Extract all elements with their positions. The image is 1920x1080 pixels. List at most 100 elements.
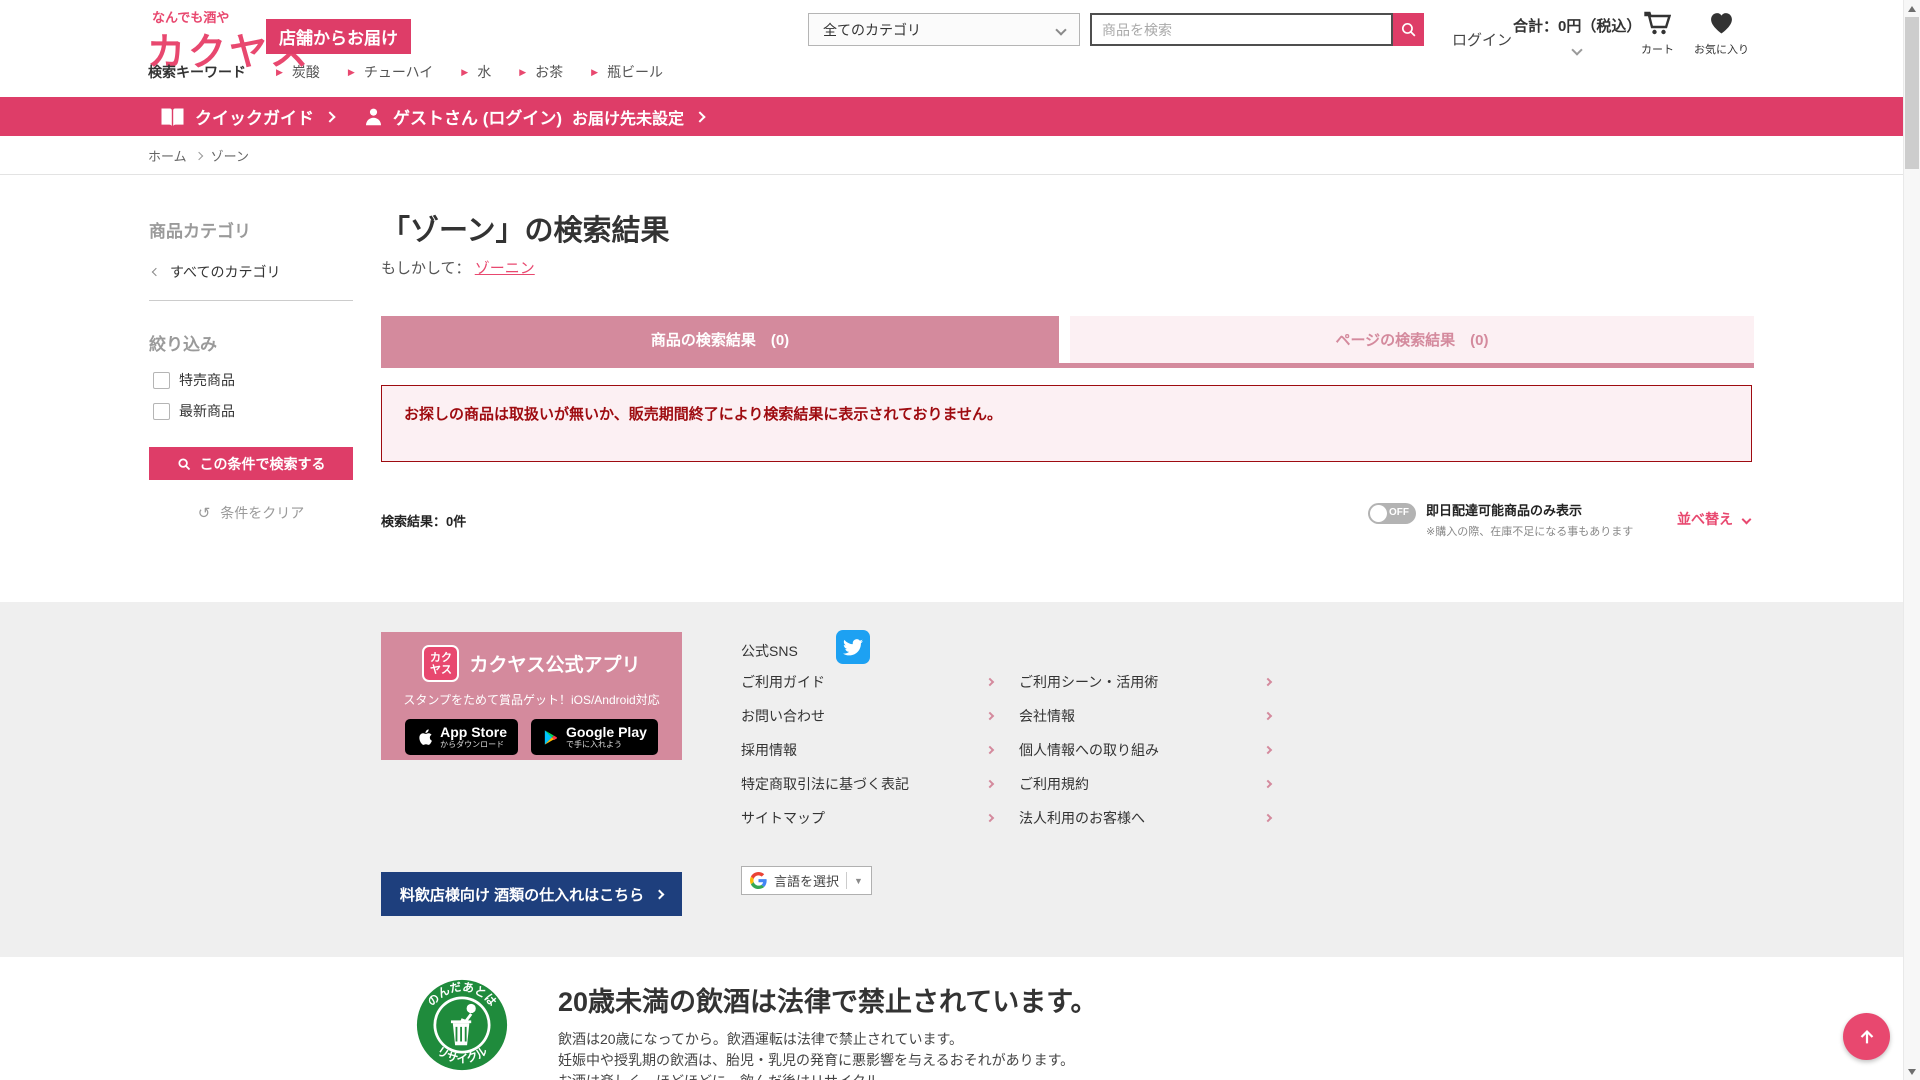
app-store-badge[interactable]: App Store からダウンロード: [405, 719, 518, 755]
tab-product-results[interactable]: 商品の検索結果 (0): [381, 316, 1059, 363]
triangle-icon: ▶: [461, 67, 468, 78]
favorites-button[interactable]: お気に入り: [1694, 11, 1749, 57]
keyword-link-tansan[interactable]: ▶炭酸: [276, 62, 320, 82]
search-input[interactable]: [1090, 13, 1393, 46]
search-icon: [177, 457, 191, 471]
all-categories-link[interactable]: すべてのカテゴリ: [153, 262, 280, 282]
age-warning-heading: 20歳未満の飲酒は法律で禁止されています。: [558, 980, 1098, 1019]
checkbox-icon: [153, 372, 170, 389]
page-title: 「ゾーン」の検索結果: [381, 207, 670, 249]
chevron-right-icon: [1264, 746, 1272, 754]
footer-link-scenes[interactable]: ご利用シーン・活用術: [1019, 672, 1271, 692]
footer-link-guide[interactable]: ご利用ガイド: [741, 672, 993, 692]
footer-link-privacy[interactable]: 個人情報への取り組み: [1019, 740, 1271, 760]
chevron-right-icon: [655, 889, 665, 899]
google-icon: [750, 872, 767, 889]
chevron-right-icon: [986, 780, 994, 788]
apple-icon: [416, 727, 433, 747]
scrollbar-thumb[interactable]: [1905, 17, 1919, 169]
chevron-right-icon: [694, 111, 705, 122]
guest-login-link[interactable]: ゲストさん (ログイン): [364, 97, 562, 136]
age-warning-text: 飲酒は20歳になってから。飲酒運転は法律で禁止されています。 妊娠中や授乳期の飲…: [558, 1029, 1074, 1080]
chevron-down-icon: [1572, 44, 1583, 55]
cart-icon: [1644, 11, 1671, 35]
toggle-note: ※購入の際、在庫不足になる事もあります: [1426, 523, 1633, 539]
heart-icon: [1709, 11, 1734, 35]
checkbox-icon: [153, 403, 170, 420]
site-header: なんでも酒や カクヤス 店舗からお届け 検索キーワード ▶炭酸 ▶チューハイ ▶…: [0, 0, 1920, 97]
scrollbar-down-arrow[interactable]: [1904, 1063, 1920, 1080]
breadcrumb-current: ゾーン: [211, 146, 249, 165]
scrollbar[interactable]: [1903, 0, 1920, 1080]
toggle-knob: [1370, 505, 1387, 522]
cart-total[interactable]: 合計：0円（税込）: [1513, 15, 1641, 58]
apply-filters-button[interactable]: この条件で検索する: [149, 447, 353, 480]
breadcrumb: ホーム ゾーン: [0, 136, 1920, 175]
footer-link-corporate[interactable]: 法人利用のお客様へ: [1019, 808, 1271, 828]
google-play-badge[interactable]: Google Play で手に入れよう: [531, 719, 658, 755]
suggestion-link[interactable]: ゾーニン: [475, 260, 535, 277]
keyword-link-mizu[interactable]: ▶水: [461, 62, 491, 82]
b2b-wholesale-button[interactable]: 料飲店様向け 酒類の仕入れはこちら: [381, 872, 682, 916]
search-icon: [1400, 21, 1417, 38]
toggle-switch[interactable]: OFF: [1368, 503, 1416, 524]
caret-down-icon: ▼: [854, 876, 863, 886]
login-link[interactable]: ログイン: [1452, 29, 1512, 50]
result-count: 検索結果：0件: [381, 511, 466, 530]
triangle-icon: ▶: [519, 67, 526, 78]
triangle-icon: ▶: [591, 67, 598, 78]
keyword-link-binbeer[interactable]: ▶瓶ビール: [591, 62, 663, 82]
keyword-link-ocha[interactable]: ▶お茶: [519, 62, 563, 82]
chevron-left-icon: [152, 268, 160, 276]
scrollbar-up-arrow[interactable]: [1904, 0, 1920, 17]
twitter-icon: [843, 639, 863, 656]
footer-link-contact[interactable]: お問い合わせ: [741, 706, 993, 726]
page: なんでも酒や カクヤス 店舗からお届け 検索キーワード ▶炭酸 ▶チューハイ ▶…: [0, 0, 1920, 1080]
app-title: カクヤス公式アプリ: [469, 650, 640, 677]
footer-link-terms[interactable]: ご利用規約: [1019, 774, 1271, 794]
toggle-state: OFF: [1389, 507, 1409, 518]
chevron-right-icon: [1264, 712, 1272, 720]
recycle-logo: のんだあとは リサイクル: [416, 979, 508, 1071]
footer-link-company[interactable]: 会社情報: [1019, 706, 1271, 726]
google-play-icon: [542, 728, 559, 747]
app-subtitle: スタンプをためて賞品ゲット！iOS/Android対応: [381, 691, 682, 708]
footer-link-sitemap[interactable]: サイトマップ: [741, 808, 993, 828]
footer-link-recruit[interactable]: 採用情報: [741, 740, 993, 760]
app-icon: カクヤス: [422, 645, 459, 682]
clear-filters-button[interactable]: ↺ 条件をクリア: [149, 503, 353, 523]
cart-button[interactable]: カート: [1641, 11, 1674, 57]
footer-link-law[interactable]: 特定商取引法に基づく表記: [741, 774, 993, 794]
filter-section-title: 絞り込み: [149, 330, 217, 355]
chevron-down-icon: [1742, 514, 1752, 524]
category-select[interactable]: 全てのカテゴリ: [808, 13, 1080, 46]
sort-button[interactable]: 並べ替え: [1677, 509, 1750, 529]
category-section-title: 商品カテゴリ: [149, 217, 251, 242]
chevron-right-icon: [1264, 814, 1272, 822]
keyword-link-chuhai[interactable]: ▶チューハイ: [348, 62, 433, 82]
chevron-right-icon: [1264, 678, 1272, 686]
book-icon: [160, 107, 185, 127]
site-footer: カクヤス カクヤス公式アプリ スタンプをためて賞品ゲット！iOS/Android…: [0, 602, 1920, 957]
filter-checkbox-new[interactable]: 最新商品: [153, 401, 235, 421]
quick-guide-link[interactable]: クイックガイド: [160, 97, 334, 136]
triangle-icon: ▶: [348, 67, 355, 78]
twitter-button[interactable]: [836, 630, 870, 664]
chevron-right-icon: [324, 111, 335, 122]
search-keywords-row: 検索キーワード ▶炭酸 ▶チューハイ ▶水 ▶お茶 ▶瓶ビール: [148, 62, 691, 82]
scroll-to-top-button[interactable]: [1843, 1013, 1890, 1060]
sidebar-divider: [149, 300, 353, 301]
language-select[interactable]: 言語を選択 ▼: [741, 866, 872, 895]
tab-page-results[interactable]: ページの検索結果 (0): [1070, 316, 1754, 363]
search-button[interactable]: [1393, 13, 1424, 46]
delivery-address-link[interactable]: お届け先未設定: [572, 97, 704, 136]
chevron-right-icon: [194, 151, 202, 159]
filter-checkbox-sale[interactable]: 特売商品: [153, 370, 235, 390]
age-notice-section: のんだあとは リサイクル 20歳未満の飲酒は法律で禁止されています。 飲酒は20…: [0, 957, 1920, 1080]
triangle-icon: ▶: [276, 67, 283, 78]
breadcrumb-home[interactable]: ホーム: [148, 146, 187, 165]
search-suggestion: もしかして： ゾーニン: [381, 257, 535, 278]
chevron-right-icon: [986, 746, 994, 754]
chevron-right-icon: [986, 712, 994, 720]
search-group: 全てのカテゴリ: [808, 13, 1424, 46]
